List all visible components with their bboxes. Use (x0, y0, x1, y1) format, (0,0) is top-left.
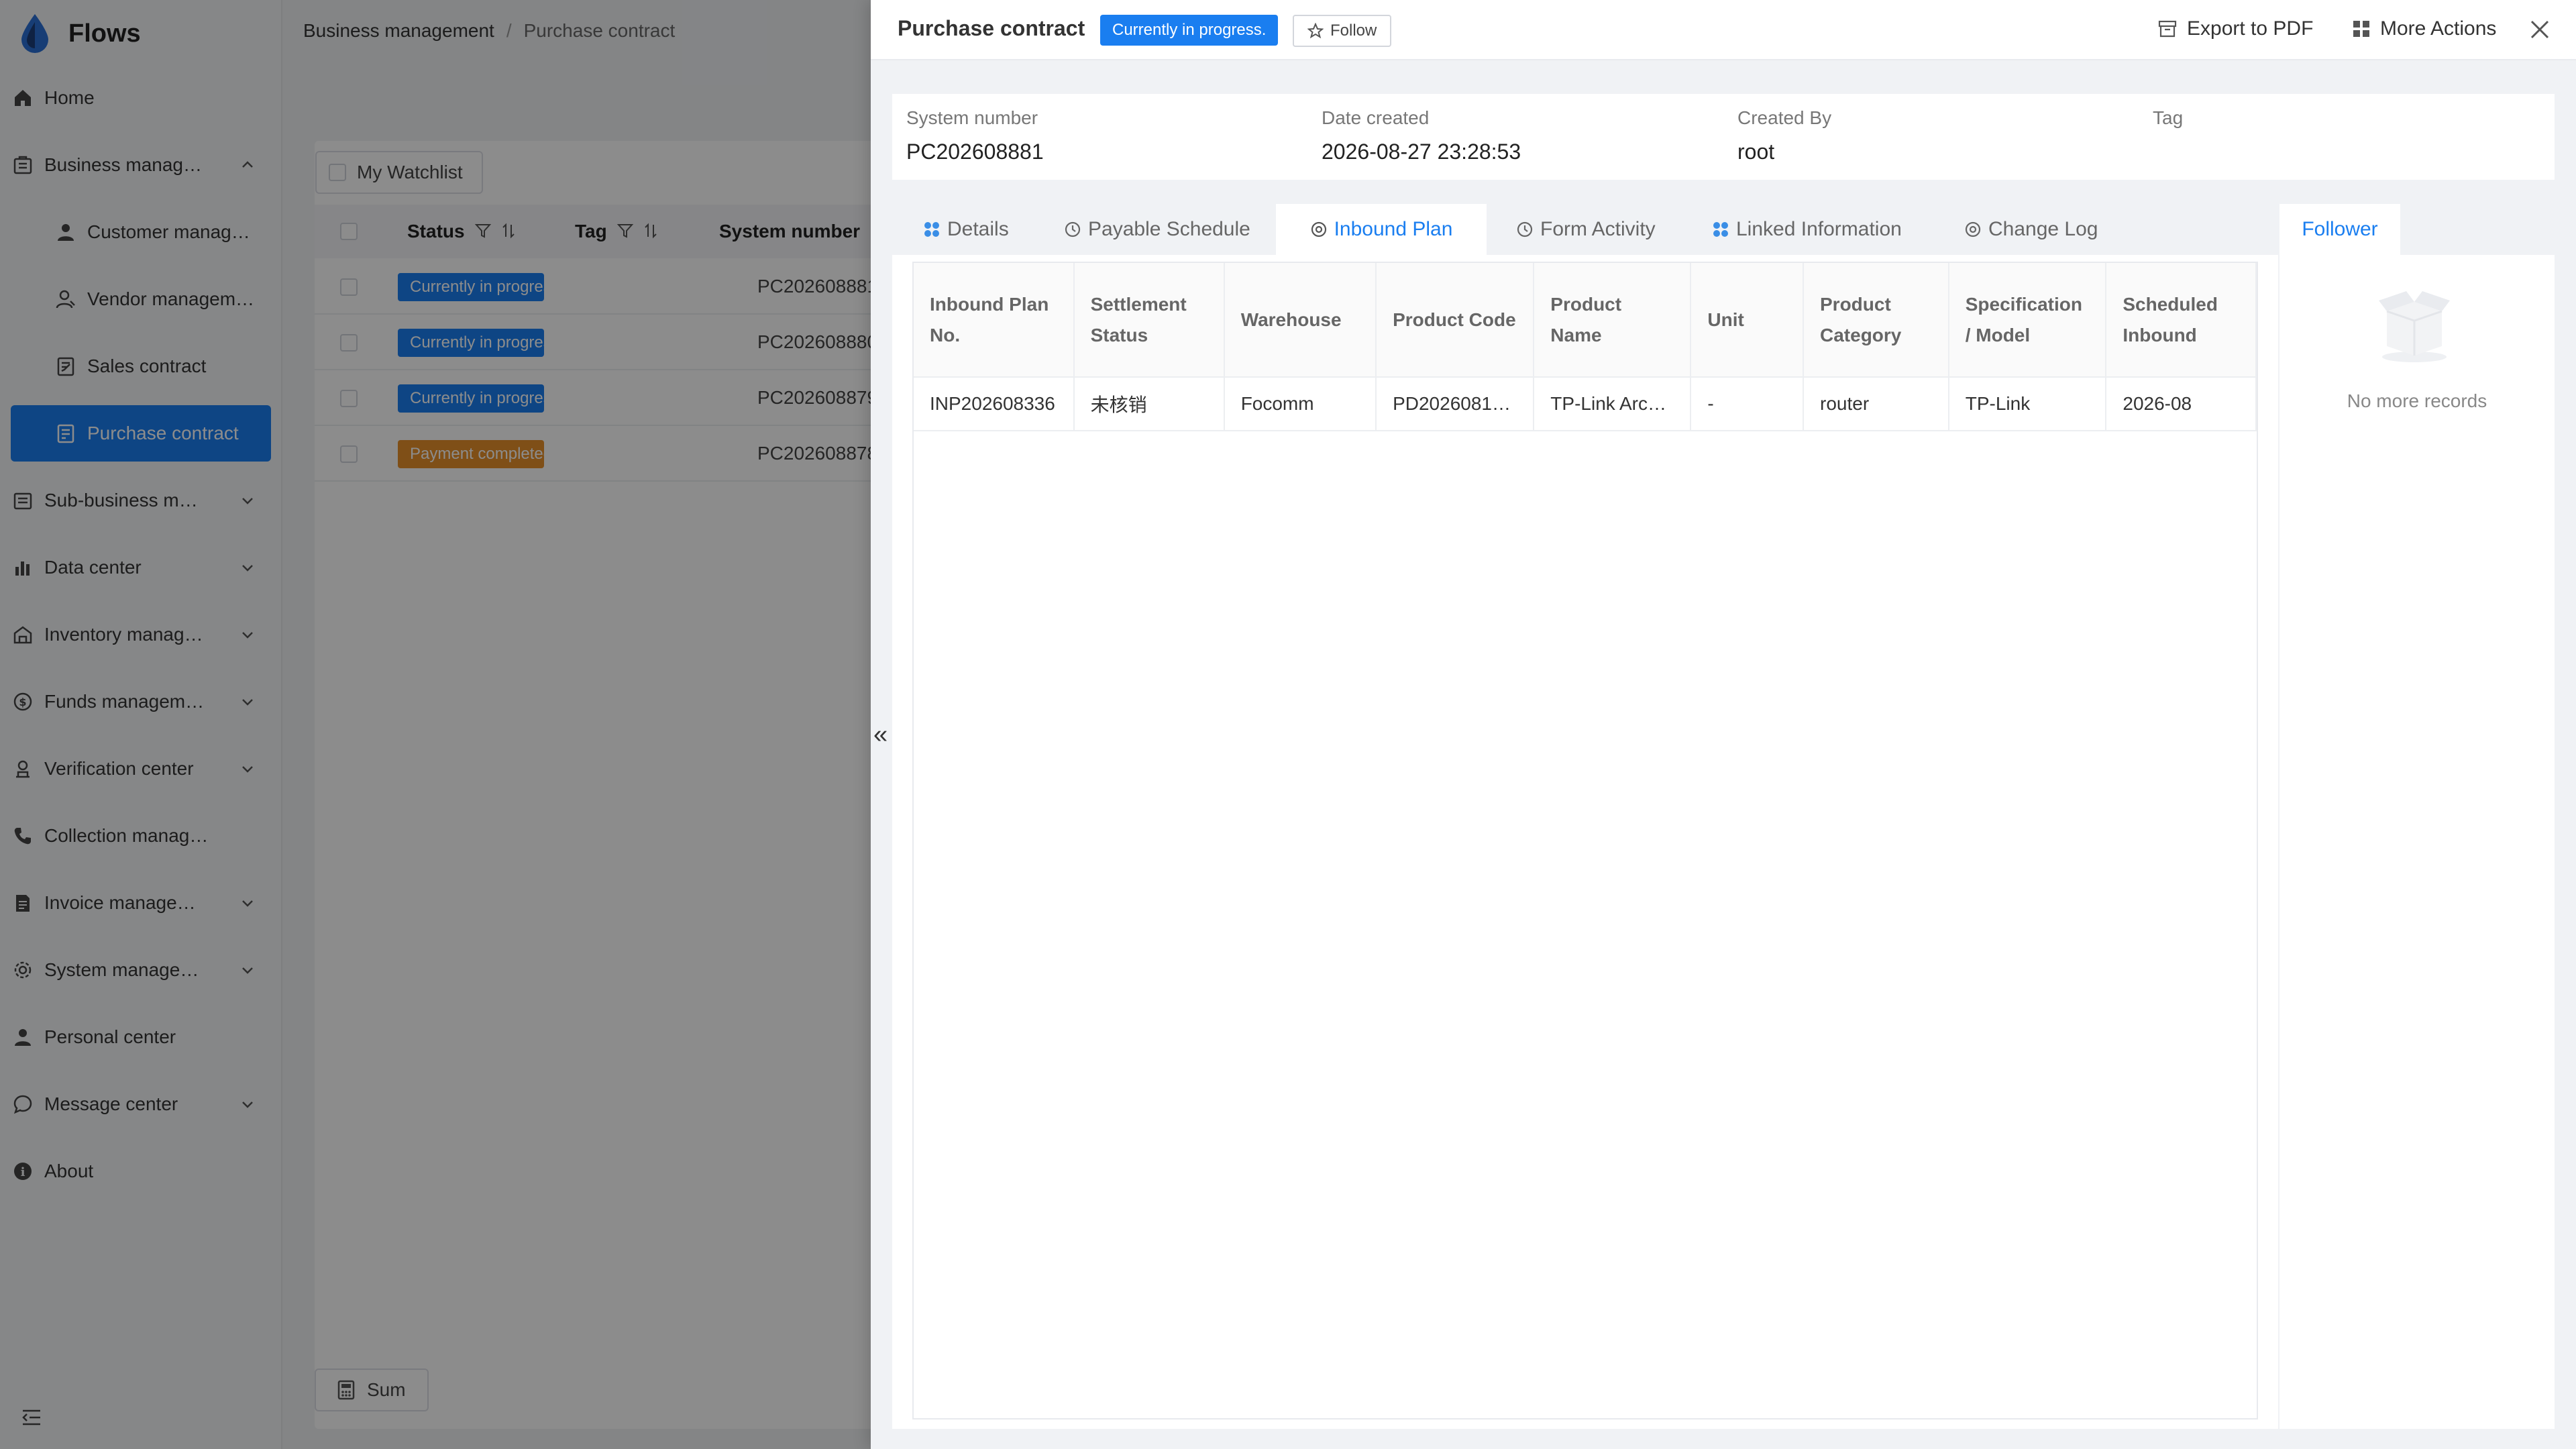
info-tag: Tag (2153, 107, 2183, 140)
table-cell: PD2026081… (1376, 377, 1535, 431)
tab-payable-schedule[interactable]: Payable Schedule (1064, 204, 1265, 255)
modal-overlay[interactable] (0, 0, 871, 1449)
more-label: More Actions (2380, 17, 2497, 40)
system-number-label: System number (906, 107, 1038, 128)
archive-icon (2157, 19, 2178, 39)
column-header[interactable]: Product Category (1803, 263, 1949, 378)
clock-icon (1516, 221, 1534, 238)
table-row[interactable]: INP202608336 未核销 Focomm PD2026081… TP-Li… (914, 377, 2257, 431)
target-icon (1964, 221, 1982, 238)
close-icon[interactable] (2529, 19, 2551, 40)
grid-icon (1712, 221, 1729, 238)
follower-panel (2279, 201, 2555, 1429)
inbound-plan-table: Inbound Plan No. Settlement Status Wareh… (914, 263, 2257, 431)
info-system-number: System number PC202608881 (906, 107, 1044, 164)
tab-form-activity[interactable]: Form Activity (1516, 204, 1711, 255)
table-cell: 未核销 (1073, 377, 1225, 431)
status-badge: Currently in progress. (1100, 15, 1279, 46)
info-created-by: Created By root (1737, 107, 1831, 164)
table-header-row: Inbound Plan No. Settlement Status Wareh… (914, 263, 2257, 378)
empty-box-icon (2372, 282, 2457, 366)
table-cell: INP202608336 (914, 377, 1075, 431)
tab-inbound-plan[interactable]: Inbound Plan (1276, 204, 1487, 255)
table-cell: router (1803, 377, 1949, 431)
collapse-drawer-icon[interactable]: « (873, 720, 888, 749)
drawer-title: Purchase contract (898, 16, 1085, 40)
inbound-plan-table-container[interactable]: Inbound Plan No. Settlement Status Wareh… (912, 262, 2258, 1419)
clock-icon (1064, 221, 1081, 238)
date-created-label: Date created (1322, 107, 1430, 128)
more-actions-button[interactable]: More Actions (2352, 17, 2496, 40)
tab-linked-information[interactable]: Linked Information (1712, 204, 1913, 255)
created-by-label: Created By (1737, 107, 1832, 128)
grid-icon (2352, 19, 2371, 38)
tab-label: Inbound Plan (1334, 218, 1453, 240)
tab-label: Change Log (1988, 218, 2098, 240)
star-icon (1307, 23, 1324, 39)
tab-label: Payable Schedule (1088, 218, 1250, 240)
column-header[interactable]: Product Name (1534, 263, 1692, 378)
column-header[interactable]: Unit (1690, 263, 1804, 378)
column-header[interactable]: Settlement Status (1073, 263, 1225, 378)
follow-label: Follow (1330, 21, 1377, 40)
grid-icon (923, 221, 941, 238)
empty-state-text: No more records (2347, 390, 2487, 411)
column-header[interactable]: Inbound Plan No. (914, 263, 1075, 378)
table-cell: 2026-08 (2106, 377, 2257, 431)
date-created-value: 2026-08-27 23:28:53 (1322, 140, 1521, 164)
tab-label: Form Activity (1540, 218, 1656, 240)
column-header[interactable]: Scheduled Inbound (2106, 263, 2257, 378)
export-label: Export to PDF (2187, 17, 2314, 40)
column-header[interactable]: Product Code (1376, 263, 1535, 378)
table-cell: Focomm (1224, 377, 1377, 431)
table-cell: TP-Link (1948, 377, 2107, 431)
created-by-value: root (1737, 140, 1775, 164)
tab-label: Linked Information (1736, 218, 1902, 240)
export-pdf-button[interactable]: Export to PDF (2157, 17, 2313, 40)
system-number-value: PC202608881 (906, 140, 1044, 164)
follow-button[interactable]: Follow (1293, 15, 1392, 47)
table-cell: - (1690, 377, 1804, 431)
target-icon (1310, 221, 1328, 238)
column-header[interactable]: Warehouse (1224, 263, 1377, 378)
table-cell: TP-Link Arc… (1534, 377, 1692, 431)
tab-change-log[interactable]: Change Log (1964, 204, 2125, 255)
info-card (892, 94, 2555, 180)
column-header[interactable]: Specification / Model (1948, 263, 2107, 378)
tag-label: Tag (2153, 107, 2184, 128)
tab-label: Details (947, 218, 1009, 240)
info-date-created: Date created 2026-08-27 23:28:53 (1322, 107, 1521, 164)
tab-follower[interactable]: Follower (2279, 204, 2400, 255)
tab-details[interactable]: Details (923, 204, 1017, 255)
